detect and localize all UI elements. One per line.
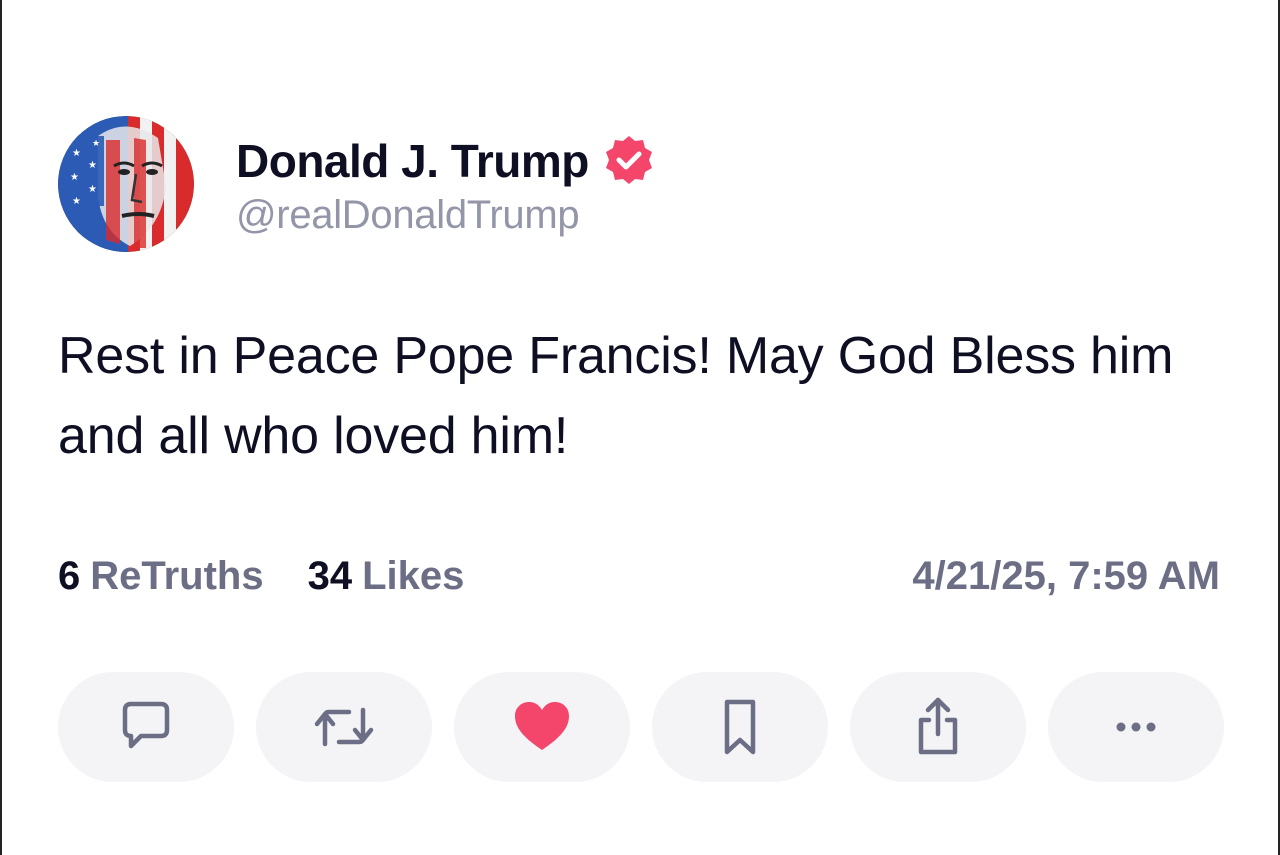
post-card: ★ ★ ★ ★ ★ ★ Donald J. Trump @realDonaldT…	[0, 0, 1280, 855]
share-button[interactable]	[850, 672, 1026, 782]
author-handle[interactable]: @realDonaldTrump	[236, 193, 657, 238]
bookmark-button[interactable]	[652, 672, 828, 782]
author-display-name[interactable]: Donald J. Trump	[236, 134, 589, 188]
post-stats: 6 ReTruths 34 Likes 4/21/25, 7:59 AM	[58, 548, 1220, 604]
retruths-stat[interactable]: 6 ReTruths	[58, 554, 264, 599]
more-button[interactable]	[1048, 672, 1224, 782]
retruth-icon	[314, 707, 374, 747]
verified-badge-icon	[601, 133, 657, 189]
heart-icon	[515, 702, 569, 750]
likes-stat[interactable]: 34 Likes	[308, 554, 465, 599]
name-row: Donald J. Trump	[236, 131, 657, 191]
retruths-label: ReTruths	[90, 553, 264, 598]
retruths-count: 6	[58, 553, 81, 598]
svg-text:★: ★	[88, 160, 97, 171]
svg-text:★: ★	[72, 148, 81, 159]
svg-text:★: ★	[88, 184, 97, 195]
bookmark-icon	[724, 699, 756, 755]
comment-icon	[122, 701, 170, 749]
share-icon	[918, 697, 958, 755]
likes-count: 34	[307, 553, 353, 598]
retruth-button[interactable]	[256, 672, 432, 782]
comment-button[interactable]	[58, 672, 234, 782]
svg-text:★: ★	[72, 196, 81, 207]
avatar[interactable]: ★ ★ ★ ★ ★ ★	[58, 116, 194, 252]
post-timestamp[interactable]: 4/21/25, 7:59 AM	[912, 554, 1220, 599]
like-button[interactable]	[454, 672, 630, 782]
author-names: Donald J. Trump @realDonaldTrump	[236, 131, 657, 238]
action-bar	[58, 672, 1224, 782]
post-header: ★ ★ ★ ★ ★ ★ Donald J. Trump @realDonaldT…	[58, 116, 657, 252]
svg-text:★: ★	[70, 172, 79, 183]
svg-text:★: ★	[92, 139, 100, 149]
more-icon	[1116, 722, 1156, 732]
post-body: Rest in Peace Pope Francis! May God Bles…	[58, 327, 1174, 465]
likes-label: Likes	[362, 553, 465, 598]
